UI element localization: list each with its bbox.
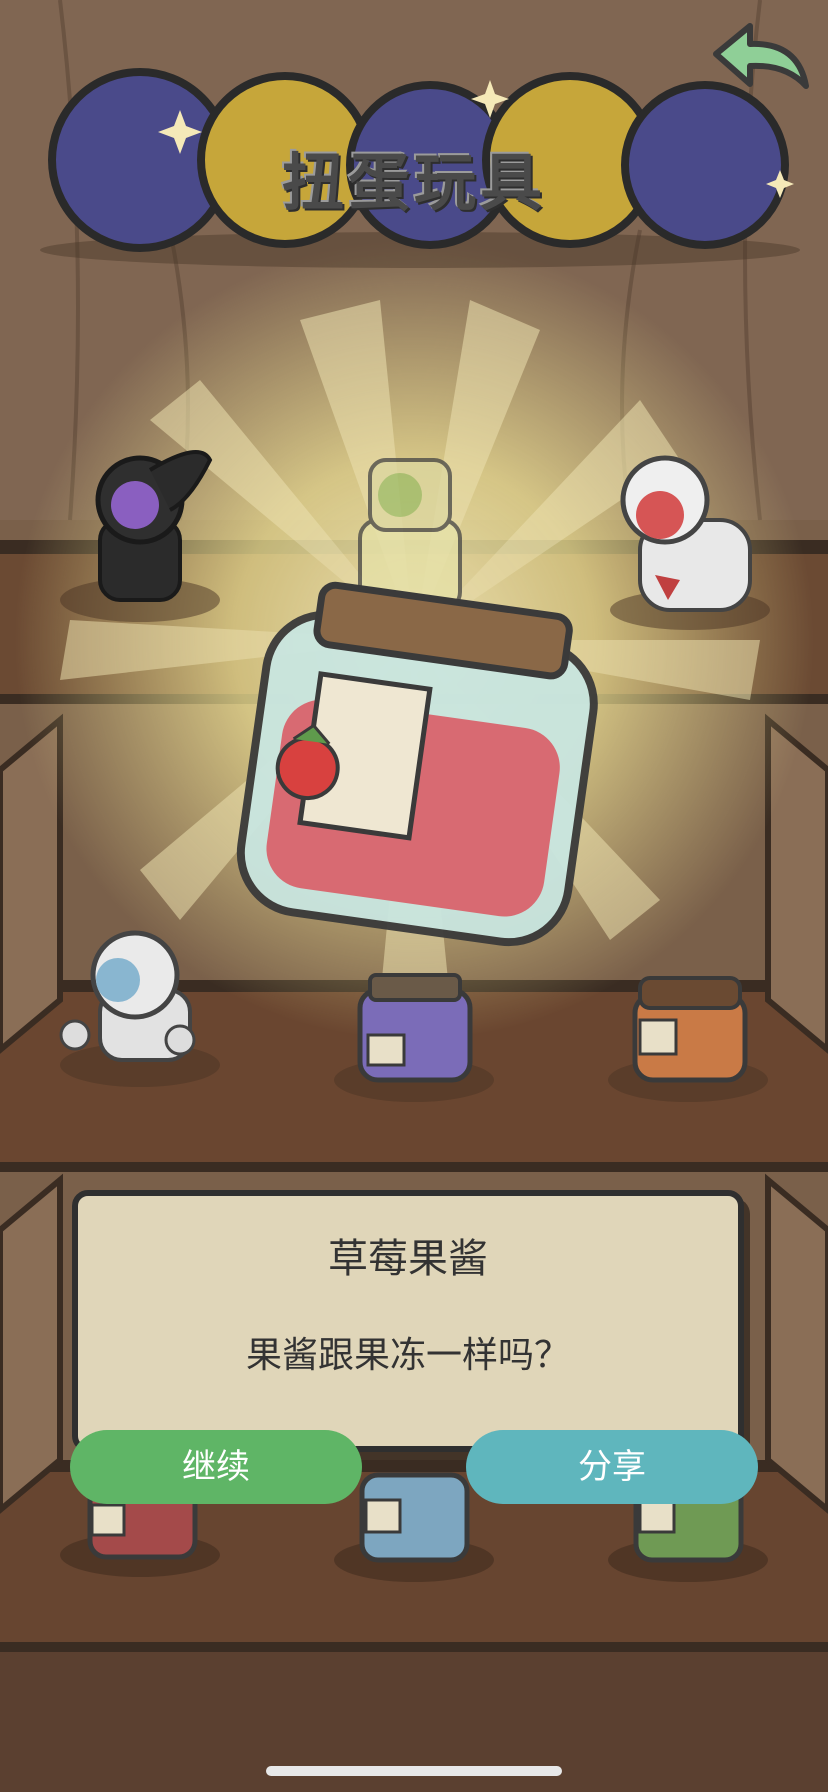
item-name: 草莓果酱 [328, 1236, 488, 1282]
home-indicator [266, 1766, 562, 1776]
page-title: 扭蛋玩具 [281, 146, 546, 219]
reward-dialog: 草莓果酱 果酱跟果冻一样吗？ [72, 1190, 744, 1452]
back-arrow-icon [713, 23, 809, 89]
share-button[interactable]: 分享 [466, 1430, 758, 1504]
item-description: 果酱跟果冻一样吗？ [245, 1335, 570, 1376]
strawberry-jam-jar-icon [236, 581, 598, 947]
back-button[interactable] [708, 14, 818, 102]
continue-button[interactable]: 继续 [70, 1430, 362, 1504]
